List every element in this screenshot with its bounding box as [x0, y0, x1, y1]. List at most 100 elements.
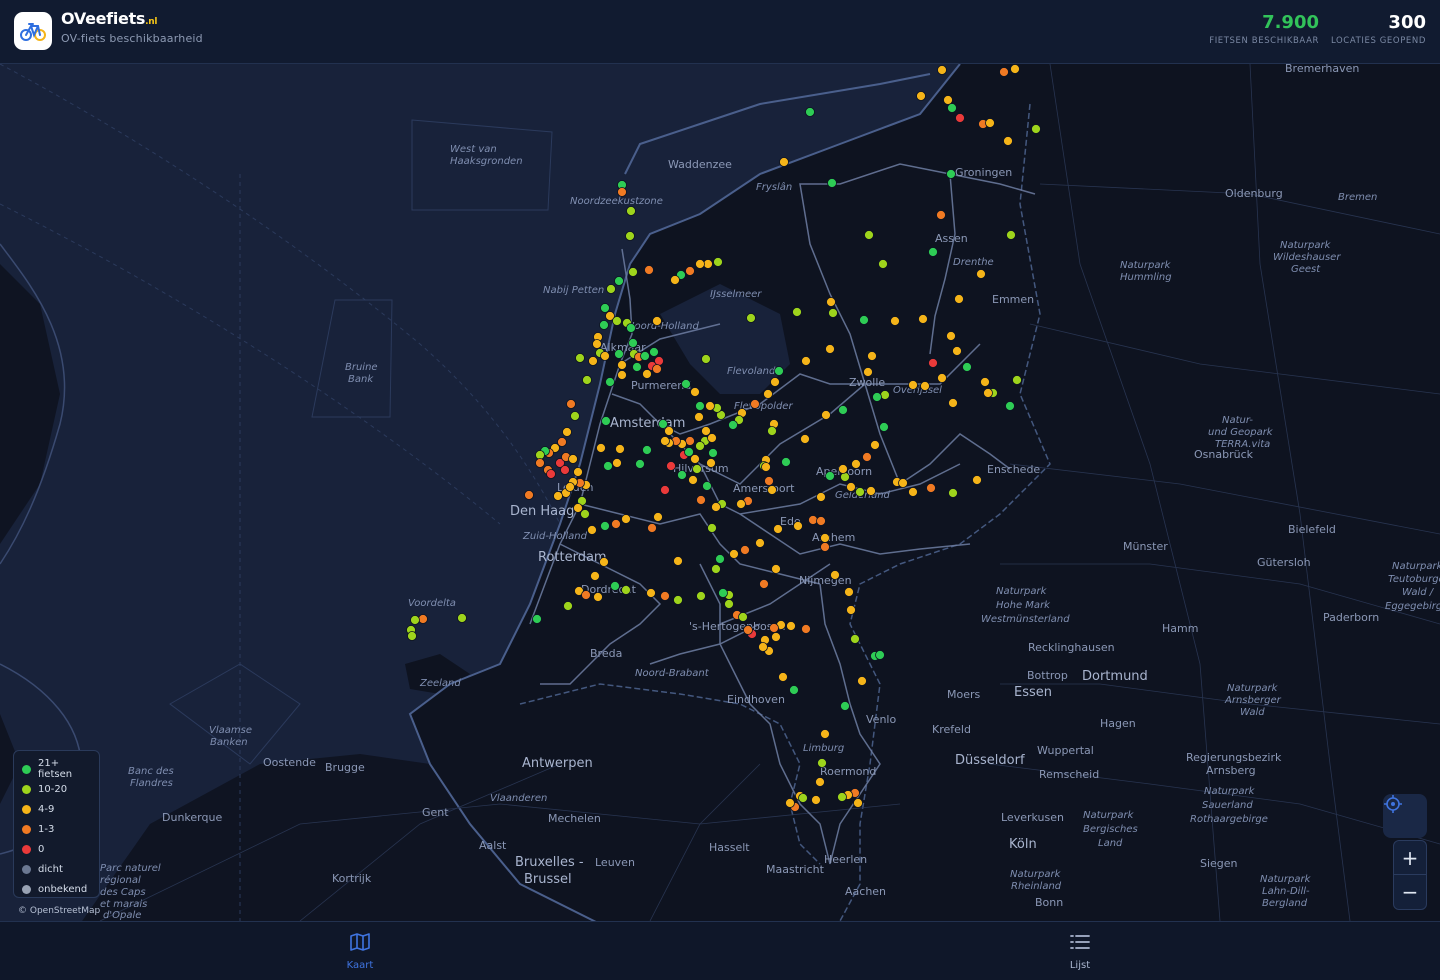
station-marker[interactable]	[646, 588, 656, 598]
station-marker[interactable]	[601, 416, 611, 426]
station-marker[interactable]	[838, 405, 848, 415]
station-marker[interactable]	[954, 294, 964, 304]
station-marker[interactable]	[805, 107, 815, 117]
station-marker[interactable]	[617, 370, 627, 380]
station-marker[interactable]	[786, 621, 796, 631]
station-marker[interactable]	[770, 377, 780, 387]
station-marker[interactable]	[592, 339, 602, 349]
station-marker[interactable]	[948, 398, 958, 408]
station-marker[interactable]	[767, 426, 777, 436]
station-marker[interactable]	[820, 533, 830, 543]
station-marker[interactable]	[600, 351, 610, 361]
station-marker[interactable]	[410, 615, 420, 625]
station-marker[interactable]	[573, 467, 583, 477]
station-marker[interactable]	[614, 276, 624, 286]
station-marker[interactable]	[880, 390, 890, 400]
station-marker[interactable]	[621, 514, 631, 524]
station-marker[interactable]	[811, 795, 821, 805]
station-marker[interactable]	[673, 595, 683, 605]
station-marker[interactable]	[758, 642, 768, 652]
station-marker[interactable]	[1012, 375, 1022, 385]
station-marker[interactable]	[983, 388, 993, 398]
station-marker[interactable]	[972, 475, 982, 485]
station-marker[interactable]	[664, 426, 674, 436]
station-marker[interactable]	[750, 399, 760, 409]
station-marker[interactable]	[708, 448, 718, 458]
station-marker[interactable]	[724, 599, 734, 609]
station-marker[interactable]	[546, 469, 556, 479]
station-marker[interactable]	[628, 338, 638, 348]
station-marker[interactable]	[695, 401, 705, 411]
locate-button[interactable]	[1383, 794, 1427, 838]
station-marker[interactable]	[590, 571, 600, 581]
station-marker[interactable]	[936, 210, 946, 220]
nav-tab-lijst[interactable]: Lijst	[1040, 932, 1120, 971]
station-marker[interactable]	[816, 492, 826, 502]
station-marker[interactable]	[570, 411, 580, 421]
station-marker[interactable]	[635, 459, 645, 469]
station-marker[interactable]	[1031, 124, 1041, 134]
station-marker[interactable]	[976, 269, 986, 279]
station-marker[interactable]	[851, 459, 861, 469]
station-marker[interactable]	[943, 95, 953, 105]
station-marker[interactable]	[767, 485, 777, 495]
station-marker[interactable]	[644, 265, 654, 275]
station-marker[interactable]	[821, 410, 831, 420]
station-marker[interactable]	[407, 631, 417, 641]
station-marker[interactable]	[587, 525, 597, 535]
station-marker[interactable]	[628, 267, 638, 277]
station-marker[interactable]	[599, 320, 609, 330]
station-marker[interactable]	[596, 443, 606, 453]
station-marker[interactable]	[800, 434, 810, 444]
station-marker[interactable]	[793, 521, 803, 531]
station-marker[interactable]	[946, 169, 956, 179]
station-marker[interactable]	[817, 758, 827, 768]
station-marker[interactable]	[653, 512, 663, 522]
station-marker[interactable]	[916, 91, 926, 101]
station-marker[interactable]	[926, 483, 936, 493]
station-marker[interactable]	[879, 422, 889, 432]
station-marker[interactable]	[999, 67, 1009, 77]
station-marker[interactable]	[599, 557, 609, 567]
station-marker[interactable]	[908, 380, 918, 390]
station-marker[interactable]	[610, 581, 620, 591]
station-marker[interactable]	[670, 275, 680, 285]
station-marker[interactable]	[808, 515, 818, 525]
station-marker[interactable]	[612, 458, 622, 468]
station-marker[interactable]	[859, 315, 869, 325]
station-marker[interactable]	[677, 470, 687, 480]
station-marker[interactable]	[649, 347, 659, 357]
station-marker[interactable]	[857, 676, 867, 686]
station-marker[interactable]	[827, 178, 837, 188]
station-marker[interactable]	[948, 488, 958, 498]
station-marker[interactable]	[764, 476, 774, 486]
station-marker[interactable]	[1010, 64, 1020, 74]
station-marker[interactable]	[640, 351, 650, 361]
station-marker[interactable]	[621, 585, 631, 595]
station-marker[interactable]	[706, 458, 716, 468]
station-marker[interactable]	[866, 486, 876, 496]
station-marker[interactable]	[855, 487, 865, 497]
station-marker[interactable]	[617, 360, 627, 370]
station-marker[interactable]	[798, 793, 808, 803]
station-marker[interactable]	[560, 465, 570, 475]
station-marker[interactable]	[600, 303, 610, 313]
station-marker[interactable]	[600, 521, 610, 531]
app-logo[interactable]	[14, 12, 52, 50]
map-view[interactable]: West van Haaksgronden Waddenzee Noordzee…	[0, 64, 1440, 921]
station-marker[interactable]	[457, 613, 467, 623]
station-marker[interactable]	[850, 634, 860, 644]
station-marker[interactable]	[690, 387, 700, 397]
station-marker[interactable]	[695, 259, 705, 269]
station-marker[interactable]	[826, 297, 836, 307]
station-marker[interactable]	[625, 231, 635, 241]
station-marker[interactable]	[980, 377, 990, 387]
station-marker[interactable]	[759, 579, 769, 589]
zoom-out-button[interactable]: −	[1394, 875, 1426, 909]
station-marker[interactable]	[694, 412, 704, 422]
station-marker[interactable]	[705, 401, 715, 411]
station-marker[interactable]	[626, 206, 636, 216]
station-marker[interactable]	[844, 587, 854, 597]
station-marker[interactable]	[688, 475, 698, 485]
station-marker[interactable]	[928, 247, 938, 257]
